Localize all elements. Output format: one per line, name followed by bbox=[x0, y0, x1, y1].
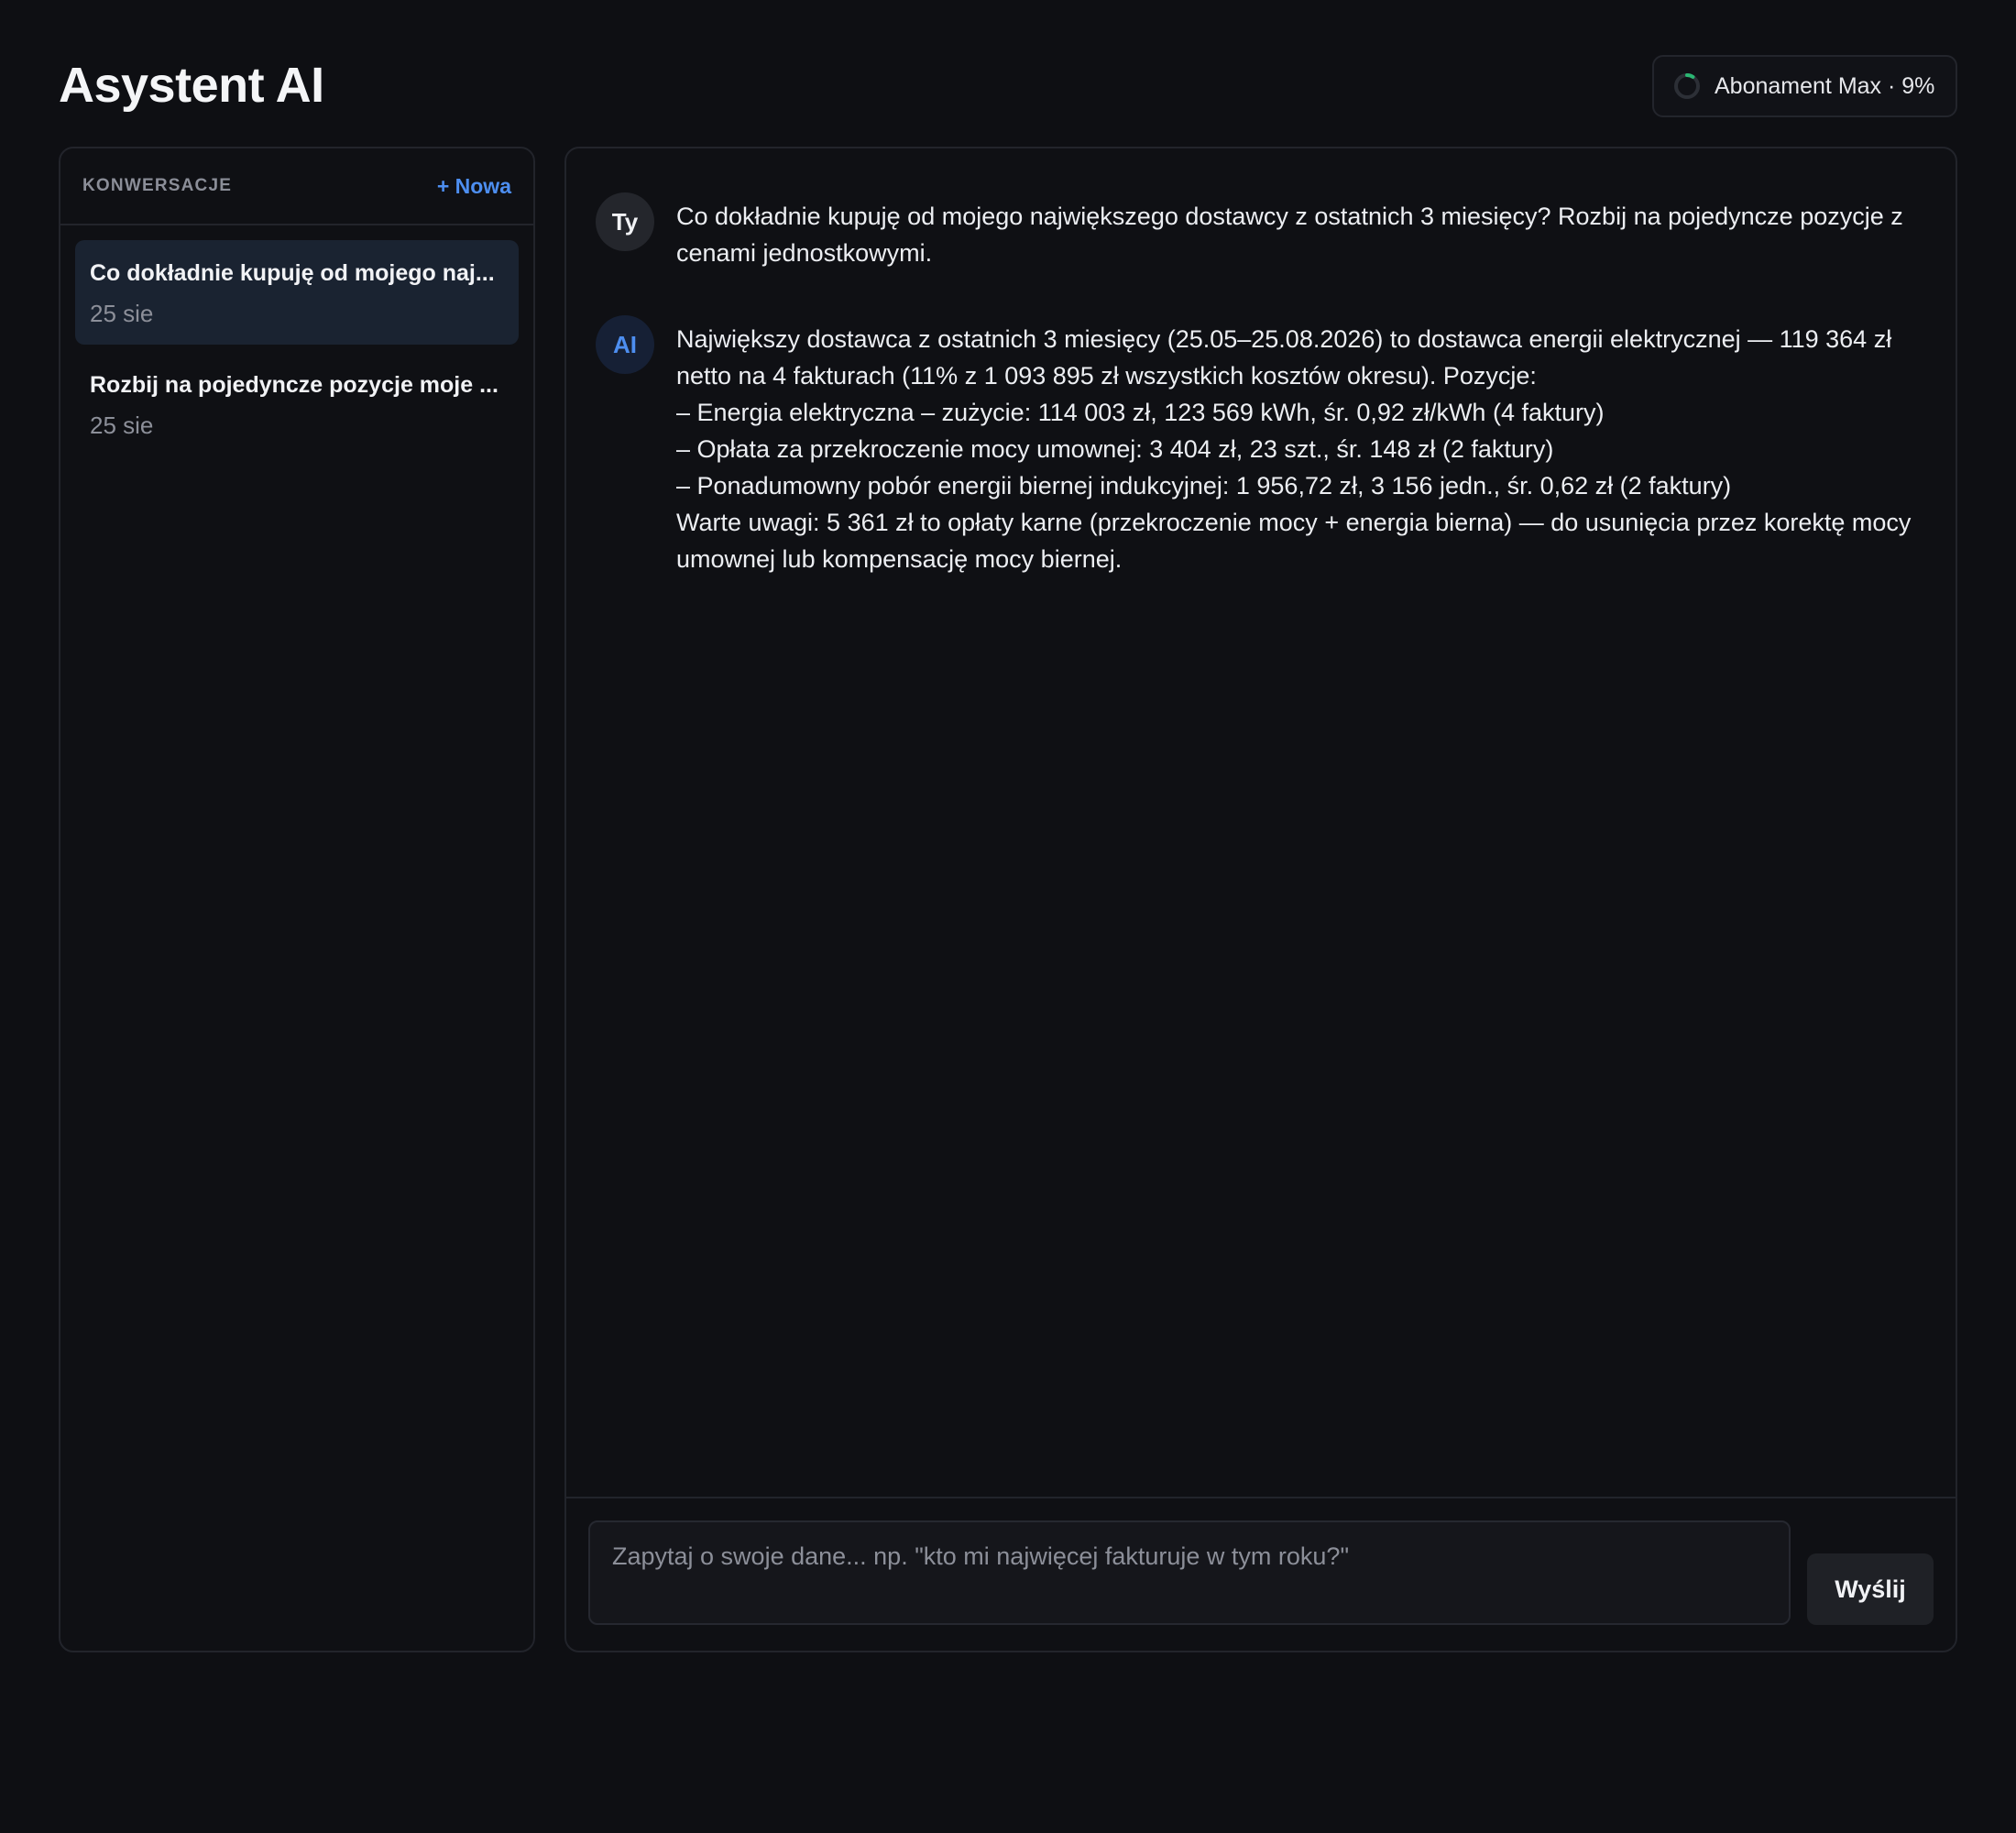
conversations-sidebar: KONWERSACJE + Nowa Co dokładnie kupuję o… bbox=[59, 147, 535, 1652]
conversation-list: Co dokładnie kupuję od mojego naj... 25 … bbox=[60, 225, 533, 478]
message-line: – Energia elektryczna – zużycie: 114 003… bbox=[676, 399, 1605, 426]
app-root: Asystent AI Abonament Max · 9% KONWERSAC… bbox=[0, 0, 2016, 1833]
usage-ring-icon bbox=[1674, 73, 1700, 99]
plan-badge[interactable]: Abonament Max · 9% bbox=[1652, 55, 1957, 117]
message-text: Największy dostawca z ostatnich 3 miesię… bbox=[676, 315, 1919, 577]
user-avatar: Ty bbox=[596, 192, 654, 251]
composer: Wyślij bbox=[566, 1497, 1956, 1651]
ai-avatar: AI bbox=[596, 315, 654, 374]
chat-input[interactable] bbox=[588, 1520, 1791, 1625]
message-line: Warte uwagi: 5 361 zł to opłaty karne (p… bbox=[676, 509, 1912, 573]
plan-label: Abonament Max · 9% bbox=[1715, 72, 1935, 99]
user-message: Ty Co dokładnie kupuję od mojego najwięk… bbox=[596, 192, 1919, 271]
conversation-date: 25 sie bbox=[90, 300, 154, 327]
message-line: – Opłata za przekroczenie mocy umownej: … bbox=[676, 435, 1554, 463]
chat-panel: Ty Co dokładnie kupuję od mojego najwięk… bbox=[564, 147, 1957, 1652]
conversation-date: 25 sie bbox=[90, 412, 154, 439]
conversation-item[interactable]: Rozbij na pojedyncze pozycje moje ... 25… bbox=[75, 352, 519, 456]
send-button[interactable]: Wyślij bbox=[1807, 1553, 1934, 1625]
sidebar-heading: KONWERSACJE bbox=[82, 176, 233, 195]
message-list: Ty Co dokładnie kupuję od mojego najwięk… bbox=[566, 148, 1956, 1500]
conversation-title: Co dokładnie kupuję od mojego naj... bbox=[90, 260, 495, 286]
conversation-item[interactable]: Co dokładnie kupuję od mojego naj... 25 … bbox=[75, 240, 519, 345]
page-title: Asystent AI bbox=[59, 58, 324, 113]
ai-message: AI Największy dostawca z ostatnich 3 mie… bbox=[596, 315, 1919, 577]
conversation-title: Rozbij na pojedyncze pozycje moje ... bbox=[90, 372, 499, 398]
message-line: – Ponadumowny pobór energii biernej indu… bbox=[676, 472, 1732, 499]
message-text: Co dokładnie kupuję od mojego największe… bbox=[676, 192, 1919, 271]
message-line: Największy dostawca z ostatnich 3 miesię… bbox=[676, 325, 1892, 390]
message-line: Co dokładnie kupuję od mojego największe… bbox=[676, 203, 1903, 267]
new-conversation-button[interactable]: + Nowa bbox=[437, 174, 511, 199]
sidebar-header: KONWERSACJE + Nowa bbox=[60, 148, 533, 225]
